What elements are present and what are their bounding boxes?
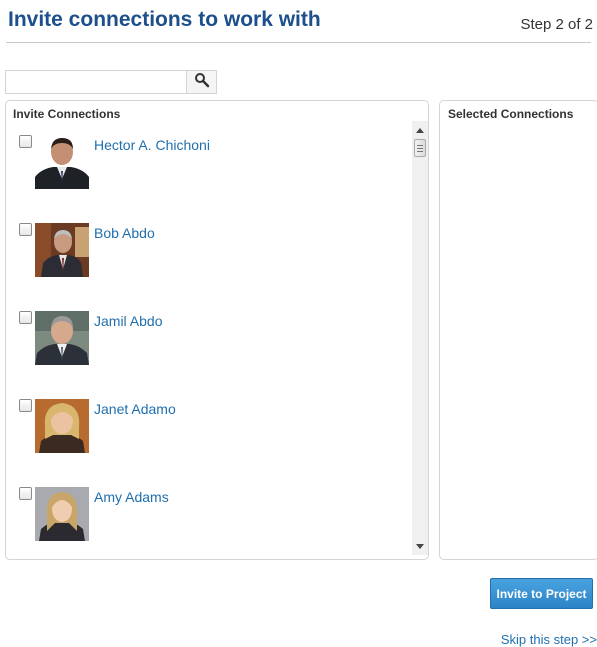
connections-list: Hector A. Chichoni Bob Abdo Jamil Abdo J… — [6, 125, 411, 555]
connection-name[interactable]: Hector A. Chichoni — [94, 137, 210, 153]
skip-step-link[interactable]: Skip this step >> — [501, 632, 597, 647]
step-indicator: Step 2 of 2 — [520, 16, 593, 33]
list-item: Amy Adams — [6, 477, 406, 555]
avatar[interactable] — [35, 399, 89, 453]
connection-checkbox[interactable] — [19, 399, 32, 412]
header-divider — [6, 42, 591, 43]
search-icon — [194, 72, 210, 93]
scrollbar-thumb[interactable] — [414, 139, 426, 157]
connection-checkbox[interactable] — [19, 311, 32, 324]
list-item: Hector A. Chichoni — [6, 125, 406, 213]
avatar[interactable] — [35, 223, 89, 277]
invite-to-project-button[interactable]: Invite to Project — [490, 578, 593, 609]
selected-connections-panel: Selected Connections — [439, 100, 597, 560]
connection-name[interactable]: Bob Abdo — [94, 225, 155, 241]
connection-name[interactable]: Janet Adamo — [94, 401, 176, 417]
scroll-down-arrow-icon[interactable] — [412, 539, 428, 553]
avatar[interactable] — [35, 311, 89, 365]
search-box — [5, 70, 217, 94]
avatar[interactable] — [35, 135, 89, 189]
connection-name[interactable]: Amy Adams — [94, 489, 169, 505]
selected-connections-heading: Selected Connections — [448, 107, 574, 121]
connections-scrollbar[interactable] — [412, 121, 428, 555]
list-item: Janet Adamo — [6, 389, 406, 477]
search-button[interactable] — [186, 71, 216, 93]
page-title: Invite connections to work with — [8, 8, 321, 31]
avatar[interactable] — [35, 487, 89, 541]
connection-checkbox[interactable] — [19, 223, 32, 236]
connection-checkbox[interactable] — [19, 487, 32, 500]
search-input[interactable] — [6, 71, 187, 93]
connection-checkbox[interactable] — [19, 135, 32, 148]
invite-connections-heading: Invite Connections — [13, 107, 121, 121]
list-item: Jamil Abdo — [6, 301, 406, 389]
scroll-up-arrow-icon[interactable] — [412, 123, 428, 137]
connection-name[interactable]: Jamil Abdo — [94, 313, 162, 329]
list-item: Bob Abdo — [6, 213, 406, 301]
invite-connections-panel: Invite Connections Hector A. Chichoni Bo… — [5, 100, 429, 560]
